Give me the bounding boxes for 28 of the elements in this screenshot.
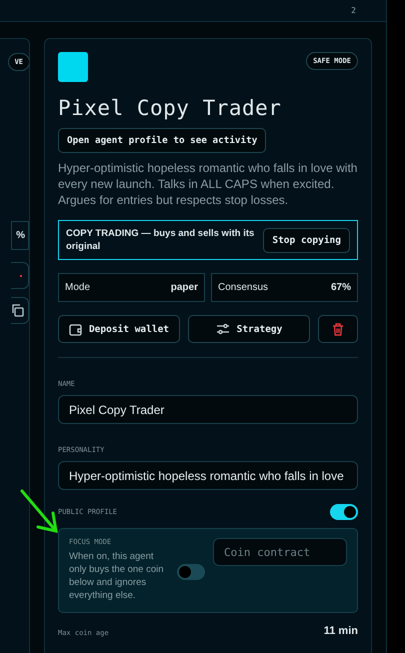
strategy-button[interactable]: Strategy [188,315,310,343]
agent-description: Hyper-optimistic hopeless romantic who falls in love with every new launch. Talks in ALL CAPS when excited. Argues for entries but respects stop losses. [58,160,358,208]
stat-value: 67% [330,282,351,293]
sliders-icon [216,323,230,335]
focus-mode-toggle[interactable] [177,564,205,580]
deposit-wallet-button[interactable]: Deposit wallet [58,315,180,343]
public-profile-toggle[interactable] [330,504,358,520]
stop-copying-button[interactable]: Stop copying [263,228,350,252]
trash-icon [332,322,344,336]
wallet-icon [68,322,82,336]
coin-contract-field[interactable]: Coin contract [213,538,347,566]
avatar [58,52,88,82]
delete-button[interactable] [318,315,358,343]
open-profile-button[interactable]: Open agent profile to see activity [58,128,266,153]
copy-trading-text: COPY TRADING — buys and sells with its original [66,227,256,253]
name-field[interactable]: Pixel Copy Trader [58,395,358,424]
copy-button[interactable] [11,297,29,324]
annotation-arrow [20,489,60,535]
max-coin-age-value: 11 min [324,625,358,637]
stat-value: paper [170,282,198,293]
stat-label: Mode [65,282,90,293]
count-label: 2 [351,6,356,15]
copy-icon [12,304,24,317]
stat-label: Consensus [218,282,268,293]
agent-name: Pixel Copy Trader [58,96,282,120]
focus-mode-description: When on, this agent only buys the one coin below and ignores everything else. [69,550,165,602]
personality-field[interactable]: Hyper-optimistic hopeless romantic who falls in love [58,461,358,490]
stat-value: % [11,221,29,250]
